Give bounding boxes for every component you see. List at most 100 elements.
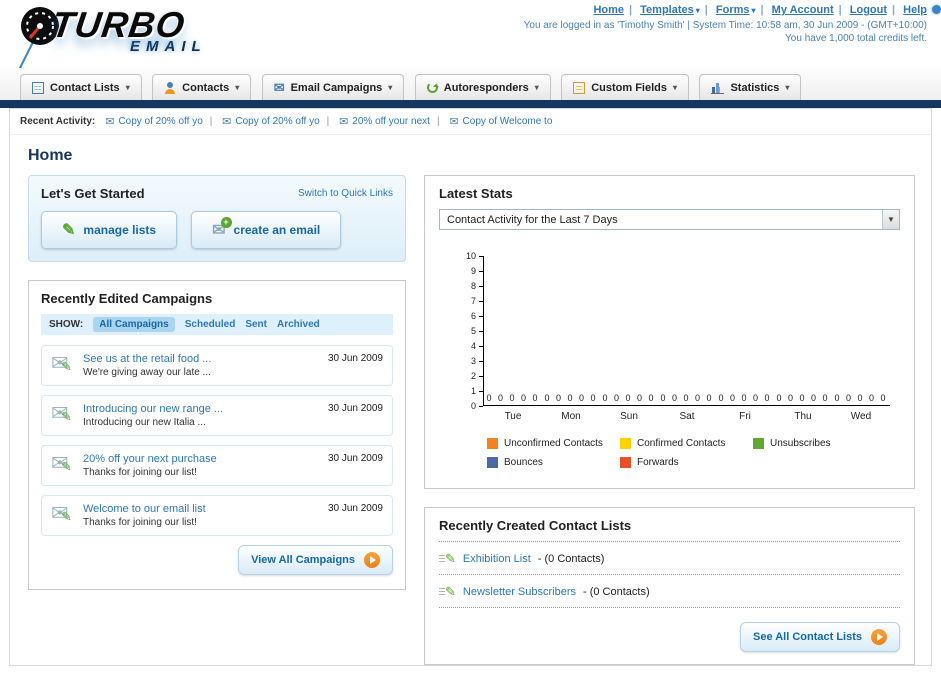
campaign-subtitle: Introducing our new Italia ... xyxy=(83,417,206,428)
recent-activity-link[interactable]: 20% off your next xyxy=(352,116,430,127)
legend-swatch xyxy=(752,438,764,449)
x-tick-label: Mon xyxy=(561,411,581,422)
x-tick-label: Sat xyxy=(679,411,695,422)
contact-list-link[interactable]: Newsletter Subscribers xyxy=(463,586,576,598)
campaign-list-item: ✉ ✎ Introducing our new range ... Introdu… xyxy=(41,395,393,436)
campaign-filter[interactable]: Sent xyxy=(245,319,267,330)
x-tick-label: Sun xyxy=(620,411,638,422)
chart-value-group: 0 0 0 0 0 xyxy=(718,393,772,403)
top-nav-link[interactable]: Templates ▾ xyxy=(640,4,700,16)
activity-separator: | xyxy=(436,116,440,127)
pencil-icon: ✎ xyxy=(62,222,76,239)
chevron-down-icon: ▾ xyxy=(534,83,539,92)
legend-item: Unconfirmed Contacts xyxy=(487,438,620,449)
campaign-filter[interactable]: Scheduled xyxy=(185,319,236,330)
contact-list-item: ✎ Newsletter Subscribers - (0 Contacts) xyxy=(439,575,900,608)
latest-stats-panel: Latest Stats Contact Activity for the La… xyxy=(424,175,915,489)
content-frame: Recent Activity: ✉ Copy of 20% off yo | ✉ C… xyxy=(9,108,932,666)
nav-separator: | xyxy=(704,4,708,16)
email-campaigns-icon: ✉ xyxy=(273,80,285,95)
legend-swatch xyxy=(619,457,631,468)
contact-lists-panel: Recently Created Contact Lists ✎ Exhibit… xyxy=(424,507,915,665)
contact-list-item: ✎ Exhibition List - (0 Contacts) xyxy=(439,542,900,575)
top-bar: TURBO EMAIL Home▾| Templates▾| Forms▾| M… xyxy=(0,0,941,99)
campaign-title-link[interactable]: See us at the retail food ... xyxy=(83,353,328,365)
legend-swatch xyxy=(487,438,498,449)
pencil-icon: ✎ xyxy=(439,552,456,565)
latest-stats-title: Latest Stats xyxy=(439,186,513,201)
contacts-icon xyxy=(164,81,176,94)
legend-item: Forwards xyxy=(619,457,753,468)
tab-custom-fields[interactable]: Custom Fields ▾ xyxy=(561,74,690,100)
chevron-down-icon: ▾ xyxy=(695,6,700,15)
legend-swatch xyxy=(487,457,498,468)
stats-period-select[interactable]: Contact Activity for the Last 7 Days ▼ xyxy=(439,209,900,230)
envelope-pencil-icon: ✉ ✎ xyxy=(51,402,72,425)
activity-separator: | xyxy=(209,116,213,127)
envelope-plus-icon: ✉ + xyxy=(212,217,232,240)
top-nav-link[interactable]: My Account▾ xyxy=(772,4,834,16)
chart-value-group: 0 0 0 0 0 xyxy=(602,393,656,403)
envelope-pencil-icon: ✉ ✎ xyxy=(51,502,72,525)
y-tick-label: 9 xyxy=(471,266,483,276)
logo-text-turbo: TURBO xyxy=(49,4,188,45)
recently-edited-campaigns-panel: Recently Edited Campaigns SHOW: All Camp… xyxy=(28,280,406,590)
y-tick-label: 4 xyxy=(471,341,483,351)
autoresponders-icon xyxy=(426,82,439,93)
recent-activity-link[interactable]: Copy of 20% off yo xyxy=(118,116,202,127)
legend-item: Confirmed Contacts xyxy=(619,438,753,449)
arrow-right-icon xyxy=(364,552,380,568)
recent-activity-link[interactable]: Copy of Welcome to xyxy=(463,116,553,127)
y-tick-label: 1 xyxy=(471,386,483,396)
tab-contacts[interactable]: Contacts ▾ xyxy=(152,74,252,100)
campaign-title-link[interactable]: Welcome to our email list xyxy=(83,503,328,515)
campaign-filter[interactable]: All Campaigns xyxy=(93,317,175,332)
see-all-contact-lists-button[interactable]: See All Contact Lists xyxy=(739,622,900,652)
legend-item: Bounces xyxy=(487,457,620,468)
campaign-title-link[interactable]: Introducing our new range ... xyxy=(83,403,328,415)
y-tick-label: 0 xyxy=(471,401,483,411)
campaign-list-item: ✉ ✎ See us at the retail food ... We're g… xyxy=(41,345,393,386)
top-nav-link[interactable]: Forms ▾ xyxy=(716,4,756,16)
activity-separator: | xyxy=(326,116,330,127)
top-nav-link[interactable]: Home▾ xyxy=(593,4,624,16)
y-tick-label: 3 xyxy=(471,356,483,366)
tab-statistics[interactable]: Statistics ▾ xyxy=(699,74,802,100)
chart-plot: 0 0 0 0 0 0 0 0 0 0 0 0 0 0 0 0 0 0 0 0 0 0 … xyxy=(483,256,890,406)
y-tick-label: 2 xyxy=(471,371,483,381)
envelope-icon: ✉ xyxy=(339,116,349,128)
view-all-campaigns-button[interactable]: View All Campaigns xyxy=(238,545,393,575)
create-email-button[interactable]: ✉ + create an email xyxy=(191,211,342,249)
switch-quick-links-link[interactable]: Switch to Quick Links xyxy=(298,188,393,199)
y-tick-label: 5 xyxy=(471,326,483,336)
top-nav-link[interactable]: Logout▾ xyxy=(850,4,887,16)
chevron-down-icon: ▼ xyxy=(882,210,899,229)
recent-activity-bar: Recent Activity: ✉ Copy of 20% off yo | ✉ C… xyxy=(10,109,931,135)
nav-separator: | xyxy=(892,4,896,16)
tab-contact-lists[interactable]: Contact Lists ▾ xyxy=(20,74,142,100)
chevron-down-icon: ▾ xyxy=(125,83,130,92)
recent-activity-label: Recent Activity: xyxy=(20,116,96,127)
contact-activity-chart: 10 9 8 7 6 5 4 3 2 1 0 0 0 0 0 00 0 0 0 00 0 0 0 0… xyxy=(457,251,890,476)
x-tick-label: Thu xyxy=(794,411,812,422)
custom-fields-icon xyxy=(573,81,586,94)
campaign-subtitle: Thanks for joining our list! xyxy=(83,467,197,478)
tab-email-campaigns[interactable]: ✉ Email Campaigns ▾ xyxy=(261,74,405,100)
tab-autoresponders[interactable]: Autoresponders ▾ xyxy=(414,74,551,100)
chevron-down-icon: ▾ xyxy=(785,83,790,92)
chart-value-group: 0 0 0 0 0 xyxy=(660,393,714,403)
get-started-title: Let's Get Started xyxy=(41,186,145,201)
chevron-down-icon: ▾ xyxy=(673,83,678,92)
chart-value-group: 0 0 0 0 0 xyxy=(544,393,598,403)
campaign-filter[interactable]: Archived xyxy=(277,319,320,330)
contact-list-link[interactable]: Exhibition List xyxy=(463,553,531,565)
manage-lists-button[interactable]: ✎ manage lists xyxy=(41,211,178,249)
page-title: Home xyxy=(28,147,73,164)
chart-value-group: 0 0 0 0 0 xyxy=(486,393,540,403)
legend-swatch xyxy=(619,438,631,449)
top-nav-link[interactable]: Help▾ xyxy=(903,4,927,16)
campaign-title-link[interactable]: 20% off your next purchase xyxy=(83,453,328,465)
nav-separator: | xyxy=(629,4,633,16)
campaign-list: ✉ ✎ See us at the retail food ... We're g… xyxy=(41,345,393,536)
recent-activity-link[interactable]: Copy of 20% off yo xyxy=(235,116,319,127)
